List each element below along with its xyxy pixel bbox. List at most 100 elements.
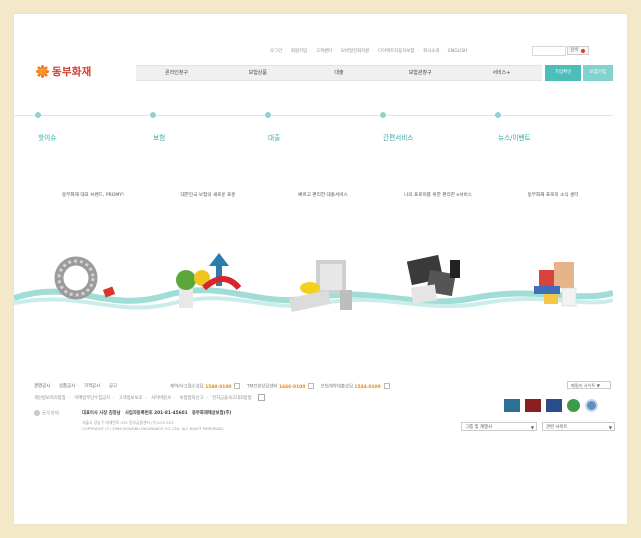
- footer-separator: ·: [68, 396, 70, 401]
- category-desc: 동부화재 프로미 소식 센터: [527, 193, 579, 198]
- logo[interactable]: 동부화재: [36, 62, 91, 80]
- util-separator: ·: [417, 49, 419, 54]
- group-select-value: 그룹 및 계열사: [465, 425, 493, 430]
- nav-insured-window[interactable]: 보험관창구: [380, 66, 461, 80]
- util-link-about[interactable]: 회사소개: [423, 49, 439, 54]
- phone-number: 1544-0100: [354, 384, 381, 390]
- footer-sub-links: 개인정보처리방침 · 이메일무단수집금지 · 고객정보보호 · 사이버감사 · 보험범죄…: [34, 394, 268, 401]
- expand-icon[interactable]: [258, 394, 266, 401]
- phone-label: 보험계약대출상담: [320, 384, 353, 390]
- cert-badge-icon[interactable]: [525, 399, 541, 412]
- footer-link-cyber-audit[interactable]: 사이버감사: [151, 396, 171, 401]
- phone-numbers: 계약/사고접수상담 1588-0100 TM전화상담센터 1666-0100 보…: [170, 383, 395, 390]
- cert-badge-icon[interactable]: [546, 399, 562, 412]
- nav-service[interactable]: 서비스+: [461, 66, 542, 80]
- corp-reg-number: 사업자등록번호 201-81-45601: [124, 411, 188, 416]
- insurance-join-button[interactable]: 보험가입: [583, 65, 613, 81]
- phone-popup-icon[interactable]: [234, 383, 241, 389]
- phone-popup-icon[interactable]: [308, 383, 315, 389]
- util-separator: ·: [310, 49, 312, 54]
- search-button[interactable]: 검색: [567, 46, 589, 55]
- phone-number: 1666-0100: [279, 384, 306, 390]
- util-link-direct-car[interactable]: 다이렉트자동차보험: [378, 49, 414, 54]
- cert-badge-icon[interactable]: [567, 399, 580, 412]
- util-link-join[interactable]: 회원가입: [291, 49, 307, 54]
- divider-dot: [265, 112, 271, 118]
- footer-link-management-disclosure[interactable]: 경영공시: [34, 384, 50, 389]
- mobile-devices-icon: [406, 254, 460, 304]
- category-desc: 빠르고 편리한 대출서비스: [298, 193, 348, 198]
- family-site-select[interactable]: 패밀리 사이트 ▼: [567, 381, 611, 389]
- category-title: 대출: [268, 134, 281, 142]
- nav-online-window[interactable]: 온라인창구: [136, 66, 217, 80]
- footer-logo: 동부화재: [34, 410, 59, 417]
- cert-badge-icon[interactable]: [504, 399, 520, 412]
- footer-logo-icon: [34, 410, 40, 416]
- address-block: 서울시 강남구 테헤란로 432 동부금융센터 (우)135-523 COPYR…: [82, 420, 224, 432]
- category-hot-issue[interactable]: 핫이슈 동부화재 대표 브랜드, PROMY!: [38, 132, 148, 198]
- search-input[interactable]: [532, 46, 566, 56]
- footer-separator: ·: [103, 384, 105, 389]
- corp-info: 대표이사 사장 김정남 사업자등록번호 201-81-45601 동부화재해상보…: [82, 410, 234, 416]
- divider: [14, 115, 613, 116]
- category-insurance[interactable]: 보험 대한민국 보험의 새로운 표준: [153, 132, 263, 198]
- divider-dot: [35, 112, 41, 118]
- category-loan[interactable]: 대출 빠르고 편리한 대출서비스: [268, 132, 378, 198]
- footer-separator: ·: [78, 384, 80, 389]
- divider-dot: [495, 112, 501, 118]
- category-easy-service[interactable]: 간편서비스 나의 프로미를 위한 편리한 e서비스: [383, 132, 493, 198]
- footer-link-customer-info[interactable]: 고객정보보호: [119, 396, 143, 401]
- corp-company: 동부화재해상보험(주): [191, 411, 232, 416]
- search-button-label: 검색: [570, 48, 579, 53]
- footer-link-notice[interactable]: 공고: [109, 384, 117, 389]
- phone-number: 1588-0100: [205, 384, 232, 390]
- footer-link-product-disclosure[interactable]: 상품공시: [59, 384, 75, 389]
- cert-badge-icon[interactable]: [585, 399, 598, 412]
- phone-popup-icon[interactable]: [383, 383, 390, 389]
- category-desc: 대한민국 보험의 새로운 표준: [180, 193, 236, 198]
- category-title: 간편서비스: [383, 134, 414, 142]
- util-link-login[interactable]: 로그인: [270, 49, 282, 54]
- footer-separator: ·: [206, 396, 208, 401]
- footer-link-email-policy[interactable]: 이메일무단수집금지: [74, 396, 110, 401]
- nav-insurance-products[interactable]: 보험상품: [217, 66, 298, 80]
- footer-separator: ·: [145, 396, 147, 401]
- footer-separator: ·: [112, 396, 115, 401]
- util-separator: ·: [372, 49, 374, 54]
- divider-dot: [150, 112, 156, 118]
- footer-link-price-disclosure[interactable]: 가격공시: [84, 384, 100, 389]
- search-icon: [581, 49, 585, 53]
- util-link-english[interactable]: ENGLISH: [448, 49, 467, 54]
- phone-label: 계약/사고접수상담: [170, 384, 204, 390]
- logo-text: 동부화재: [52, 65, 92, 78]
- ring-icon: [54, 256, 116, 300]
- related-site-select[interactable]: 관련 사이트 ▼: [542, 422, 615, 431]
- category-title: 뉴스/이벤트: [498, 134, 531, 142]
- util-link-customer-center[interactable]: 고객센터: [316, 49, 332, 54]
- util-link-mobile[interactable]: 모바일전화지원: [341, 49, 369, 54]
- footer-links: 경영공시 · 상품공시 · 가격공시 · 공고: [34, 383, 120, 389]
- category-title: 보험: [153, 134, 166, 142]
- footer-brand: 동부화재: [42, 411, 59, 417]
- chevron-down-icon: ▼: [608, 425, 612, 430]
- category-title: 핫이슈: [38, 134, 57, 142]
- copyright: COPYRIGHT (C) 1998 DONGBU INSURANCE CO.,…: [82, 426, 225, 431]
- phone-label: TM전화상담센터: [246, 384, 278, 390]
- util-separator: ·: [442, 49, 444, 54]
- divider-dot: [380, 112, 386, 118]
- footer-link-privacy[interactable]: 개인정보처리방침: [34, 396, 66, 401]
- footer-separator: ·: [53, 384, 55, 389]
- util-separator: ·: [335, 49, 337, 54]
- footer-separator: ·: [173, 396, 176, 401]
- footer-link-fraud-report[interactable]: 보험범죄신고: [180, 396, 204, 401]
- footer-link-e-finance[interactable]: 전자금융사고대처방법: [212, 396, 252, 401]
- group-affiliate-select[interactable]: 그룹 및 계열사 ▼: [461, 422, 537, 431]
- nav-loan[interactable]: 대출: [298, 66, 379, 80]
- join-check-button[interactable]: 가입확인: [545, 65, 581, 81]
- category-news-event[interactable]: 뉴스/이벤트 동부화재 프로미 소식 센터: [498, 132, 608, 198]
- util-separator: ·: [285, 49, 287, 54]
- related-select-value: 관련 사이트: [546, 425, 568, 430]
- utility-bar: 로그인 · 회원가입 · 고객센터 · 모바일전화지원 · 다이렉트자동차보험 · 회사소…: [270, 46, 621, 60]
- corp-ceo: 대표이사 사장 김정남: [82, 411, 121, 416]
- hero-illustration: [14, 253, 613, 313]
